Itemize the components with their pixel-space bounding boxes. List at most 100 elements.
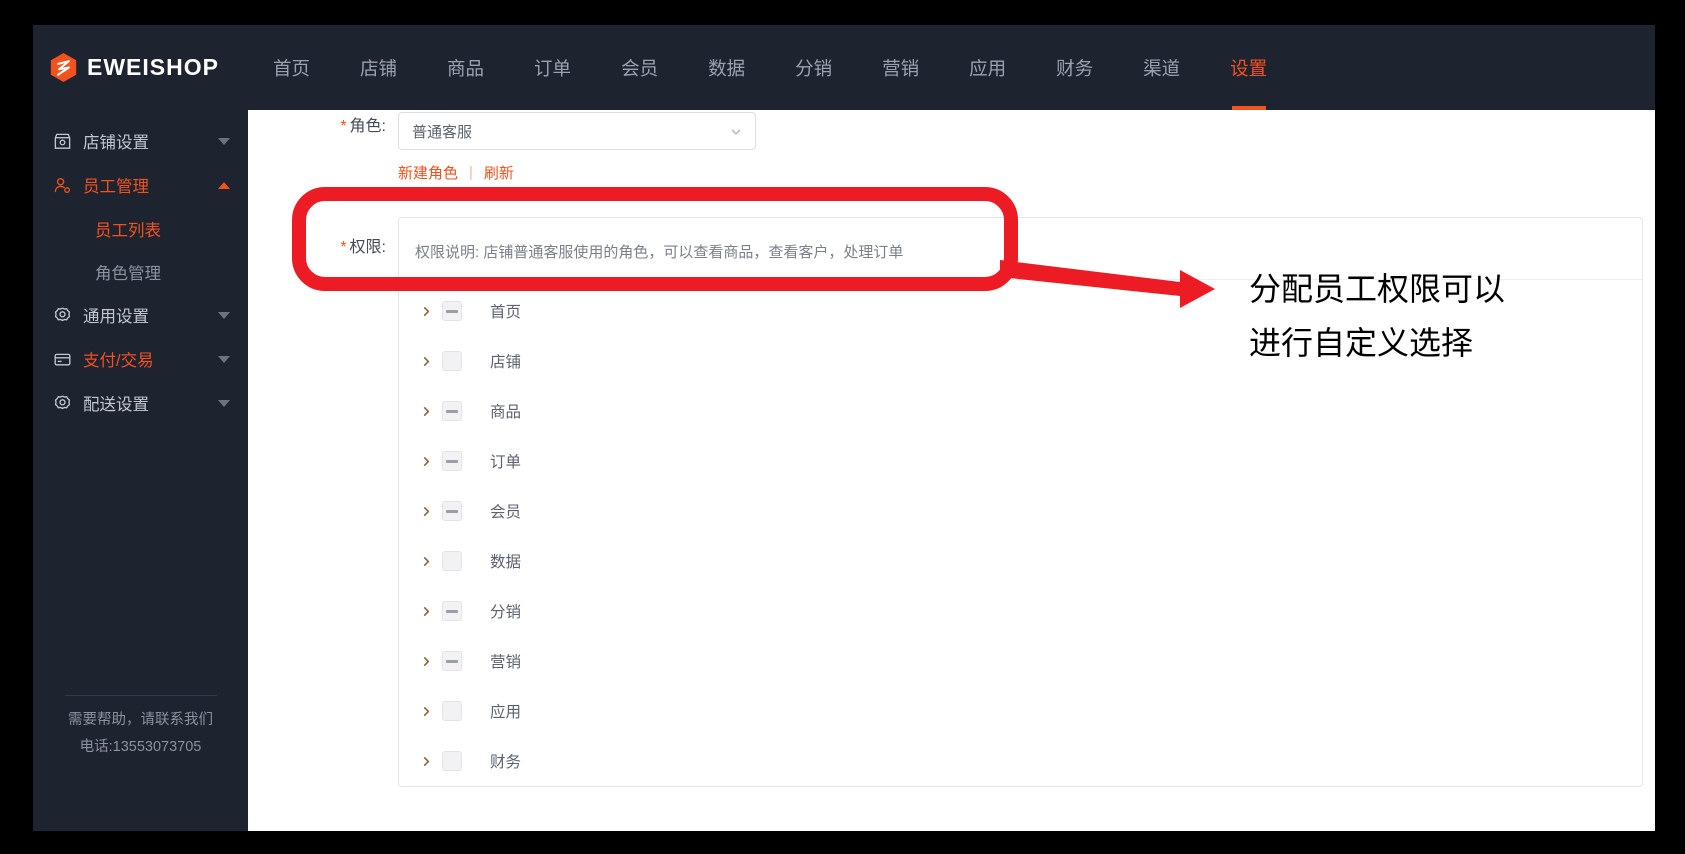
content-panel: * 角色: 普通客服 新建角色 | 刷新 * 权限: 权限说明: 店铺普通客服使… [248,110,1655,831]
nav-item-label: 应用 [969,57,1007,79]
permission-tree-label: 应用 [490,704,522,721]
nav-item-label: 数据 [708,57,746,79]
role-label: * 角色: [248,112,398,136]
nav-item-5[interactable]: 数据 [683,25,770,110]
permission-checkbox[interactable] [442,501,462,521]
chevron-down-icon[interactable] [218,137,230,145]
annotation-text: 分配员工权限可以 进行自定义选择 [1249,262,1505,370]
chevron-right-icon[interactable] [413,348,439,374]
top-bar: EWEISHOP 首页 店铺 商品 订单 会员 数据 分销 营销 应用 财务 渠道 设置 [33,25,1655,110]
sidebar-item-payment-transaction[interactable]: 支付/交易 [33,337,248,381]
hexagon-logo-icon [49,52,78,83]
phone-text: 电话:13553073705 [79,739,202,755]
chevron-down-icon[interactable] [218,311,230,319]
chevron-right-icon[interactable] [413,448,439,474]
sidebar-item-staff-list[interactable]: 员工列表 [33,207,248,250]
role-label-text: 角色: [349,118,386,135]
chevron-right-icon[interactable] [413,498,439,524]
permission-checkbox[interactable] [442,301,462,321]
divider [64,695,217,696]
sidebar-item-label: 通用设置 [83,308,149,326]
gear-icon [53,394,72,413]
card-icon [53,350,72,369]
sidebar-item-label: 配送设置 [83,396,149,414]
sidebar-item-label: 员工管理 [83,178,149,196]
nav-item-6[interactable]: 分销 [770,25,857,110]
sidebar-item-general-settings[interactable]: 通用设置 [33,293,248,337]
chevron-down-icon[interactable] [218,355,230,363]
permission-tree-label: 分销 [490,604,522,621]
sidebar-item-delivery-settings[interactable]: 配送设置 [33,381,248,425]
permission-tree-row: 应用 [399,686,1642,736]
permission-tree-label: 财务 [490,754,522,771]
permission-tree-label: 店铺 [490,354,522,371]
permission-checkbox[interactable] [442,451,462,471]
sidebar: 店铺设置 员工管理 员工列表 角色管理 通用设置 支付/交易 配送设置 需要帮助… [33,110,248,831]
nav-item-4[interactable]: 会员 [596,25,683,110]
chevron-up-icon[interactable] [218,181,230,189]
nav-item-9[interactable]: 财务 [1031,25,1118,110]
sidebar-item-role-management[interactable]: 角色管理 [33,250,248,293]
permission-checkbox[interactable] [442,701,462,721]
nav-item-label: 财务 [1056,57,1094,79]
nav-item-label: 营销 [882,57,920,79]
sidebar-footer: 需要帮助，请联系我们 电话:13553073705 [33,695,248,761]
chevron-right-icon[interactable] [413,298,439,324]
sidebar-item-label: 支付/交易 [83,352,154,370]
chevron-right-icon[interactable] [413,698,439,724]
brand-name: EWEISHOP [87,54,219,80]
permission-tree-row: 订单 [399,436,1642,486]
permission-tree-row: 数据 [399,536,1642,586]
permission-label: * 权限: [248,217,398,257]
chevron-down-icon[interactable] [218,399,230,407]
nav-item-7[interactable]: 营销 [857,25,944,110]
chevron-right-icon[interactable] [413,548,439,574]
create-role-link[interactable]: 新建角色 [398,162,458,183]
sidebar-item-label: 店铺设置 [83,134,149,152]
permission-tree-row: 营销 [399,636,1642,686]
permission-checkbox[interactable] [442,601,462,621]
sidebar-item-store-settings[interactable]: 店铺设置 [33,119,248,163]
nav-item-1[interactable]: 店铺 [335,25,422,110]
permission-label-text: 权限: [349,239,386,256]
sidebar-item-staff-management[interactable]: 员工管理 [33,163,248,207]
permission-tree-label: 会员 [490,504,522,521]
role-select[interactable]: 普通客服 [398,112,756,150]
nav-item-3[interactable]: 订单 [509,25,596,110]
chevron-right-icon[interactable] [413,648,439,674]
chevron-right-icon[interactable] [413,598,439,624]
permission-tree-label: 数据 [490,554,522,571]
permission-tree-row: 商品 [399,386,1642,436]
user-icon [53,176,72,195]
nav-item-10[interactable]: 渠道 [1118,25,1205,110]
permission-tree-label: 营销 [490,654,522,671]
nav-item-2[interactable]: 商品 [422,25,509,110]
permission-checkbox[interactable] [442,751,462,771]
help-text: 需要帮助，请联系我们 [68,712,213,728]
top-navigation: 首页 店铺 商品 订单 会员 数据 分销 营销 应用 财务 渠道 设置 [248,25,1292,110]
permission-checkbox[interactable] [442,351,462,371]
annotation-line-1: 分配员工权限可以 [1249,271,1506,307]
sidebar-subitem-label: 员工列表 [95,221,161,240]
nav-item-11[interactable]: 设置 [1205,25,1292,110]
chevron-down-icon [730,125,742,137]
required-mark: * [340,118,347,135]
nav-item-8[interactable]: 应用 [944,25,1031,110]
app-window: EWEISHOP 首页 店铺 商品 订单 会员 数据 分销 营销 应用 财务 渠道 设置 店铺设置 [33,25,1655,831]
chevron-right-icon[interactable] [413,748,439,774]
nav-item-label: 店铺 [360,57,398,79]
permission-checkbox[interactable] [442,651,462,671]
chevron-right-icon[interactable] [413,398,439,424]
nav-item-label: 分销 [795,57,833,79]
required-mark: * [340,239,347,256]
permission-tree-label: 首页 [490,304,522,321]
nav-item-0[interactable]: 首页 [248,25,335,110]
refresh-link[interactable]: 刷新 [484,162,514,183]
nav-item-label: 设置 [1230,57,1268,79]
permission-checkbox[interactable] [442,551,462,571]
permission-tree-row: 财务 [399,736,1642,786]
permission-tree-label: 订单 [490,454,522,471]
brand-logo[interactable]: EWEISHOP [33,25,248,110]
store-icon [53,132,72,151]
permission-checkbox[interactable] [442,401,462,421]
